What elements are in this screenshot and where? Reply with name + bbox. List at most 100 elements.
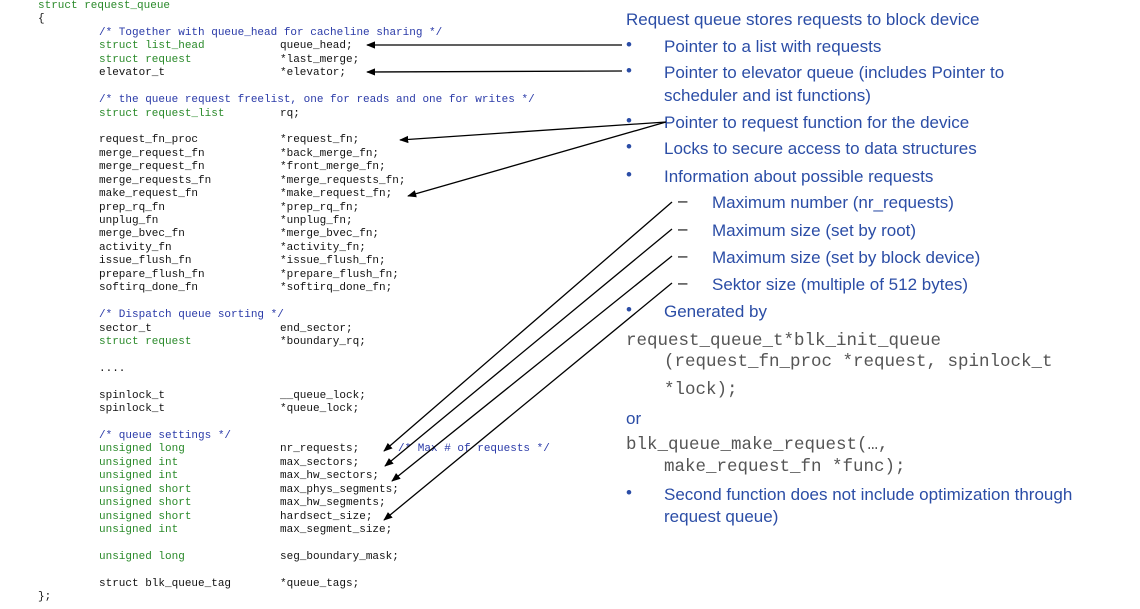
code-token: merge_request_fn <box>99 161 205 174</box>
code-token: sector_t <box>99 322 152 335</box>
code-token: { <box>38 13 45 26</box>
code-line: merge_bvec_fn *merge_bvec_fn; <box>38 228 618 241</box>
code-line: }; <box>38 591 618 604</box>
code-token: unsigned int <box>99 470 179 483</box>
code-token: *activity_fn; <box>280 241 366 254</box>
code-token: merge_request_fn <box>99 147 205 160</box>
code-token: /* the queue request freelist, one for r… <box>99 94 535 107</box>
bullet-marker: • <box>626 111 632 130</box>
code-token: *queue_tags; <box>280 577 360 590</box>
code-token: spinlock_t <box>99 403 166 416</box>
code-token: max_segment_size; <box>280 524 393 537</box>
code-line: unsigned int max_segment_size; <box>38 524 618 537</box>
code-line: unsigned long nr_requests; /* Max # of req… <box>38 443 618 456</box>
bullet-locks: Locks to secure access to data structure… <box>664 139 977 158</box>
code-line: struct request *boundary_rq; <box>38 336 618 349</box>
dash-marker: – <box>678 246 688 265</box>
code-token: .... <box>99 362 126 375</box>
sub-max-size-root: Maximum size (set by root) <box>712 221 917 240</box>
code-token: unsigned short <box>99 483 192 496</box>
code-token: softirq_done_fn <box>99 282 199 295</box>
sub-sektor-size: Sektor size (multiple of 512 bytes) <box>712 275 969 294</box>
code-line: activity_fn *activity_fn; <box>38 242 618 255</box>
code-line: /* Dispatch queue sorting */ <box>38 309 618 322</box>
code-token: struct request_list <box>99 107 225 120</box>
code-token: struct list_head <box>99 40 205 53</box>
code-token: struct request <box>99 335 192 348</box>
code-line: issue_flush_fn *issue_flush_fn; <box>38 255 618 268</box>
code-line: unplug_fn *unplug_fn; <box>38 215 618 228</box>
code-token: nr_requests; <box>280 443 360 456</box>
code-line: /* the queue request freelist, one for r… <box>38 94 618 107</box>
bullet-marker: • <box>626 483 632 502</box>
code-token: *queue_lock; <box>280 403 360 416</box>
code-token: merge_requests_fn <box>99 174 212 187</box>
code-token: *softirq_done_fn; <box>280 282 393 295</box>
code-line: spinlock_t __queue_lock; <box>38 390 618 403</box>
code-token: *merge_bvec_fn; <box>280 228 380 241</box>
code-line: elevator_t *elevator; <box>38 67 618 80</box>
or-label: or <box>626 409 642 428</box>
code-token: elevator_t <box>99 67 166 80</box>
code-token: *last_merge; <box>280 53 360 66</box>
code-token: *request_fn; <box>280 134 360 147</box>
code-line: merge_request_fn *back_merge_fn; <box>38 148 618 161</box>
code-token: prep_rq_fn <box>99 201 166 214</box>
code-line: merge_request_fn *front_merge_fn; <box>38 161 618 174</box>
code-line: struct list_head queue_head; <box>38 40 618 53</box>
bullet-list-pointer: Pointer to a list with requests <box>664 37 882 56</box>
code-line: prep_rq_fn *prep_rq_fn; <box>38 202 618 215</box>
code-token: struct request <box>99 53 192 66</box>
code-make-request-line2: make_request_fn *func); <box>664 457 906 477</box>
notes-heading: Request queue stores requests to block d… <box>626 10 980 29</box>
code-token: unplug_fn <box>99 215 159 227</box>
code-token: issue_flush_fn <box>99 255 192 268</box>
code-line: unsigned long seg_boundary_mask; <box>38 551 618 564</box>
code-line: struct request_queue <box>38 0 618 13</box>
code-comment: /* Max # of requests */ <box>398 443 550 456</box>
code-token: /* Dispatch queue sorting */ <box>99 309 284 322</box>
sub-max-size-device: Maximum size (set by block device) <box>712 248 981 267</box>
kernel-code-listing: struct request_queue{ /* Together with qu… <box>38 0 618 605</box>
code-init-queue-line1: request_queue_t*blk_init_queue <box>626 331 942 351</box>
code-token: hardsect_size; <box>280 510 373 523</box>
code-line: sector_t end_sector; <box>38 323 618 336</box>
bullet-marker: • <box>626 300 632 319</box>
code-token: struct request_queue <box>38 0 171 12</box>
code-line: prepare_flush_fn *prepare_flush_fn; <box>38 269 618 282</box>
code-line: unsigned short max_phys_segments; <box>38 484 618 497</box>
code-token: end_sector; <box>280 322 353 335</box>
sub-max-number: Maximum number (nr_requests) <box>712 193 954 212</box>
code-token: }; <box>38 591 52 604</box>
bullet-request-function: Pointer to request function for the devi… <box>664 113 970 132</box>
code-line: unsigned int max_hw_sectors; <box>38 470 618 483</box>
code-token: make_request_fn <box>99 188 199 201</box>
code-line: struct request *last_merge; <box>38 54 618 67</box>
code-token: *front_merge_fn; <box>280 161 386 174</box>
bullet-information: Information about possible requests <box>664 167 934 186</box>
code-token: unsigned int <box>99 524 179 537</box>
code-token: activity_fn <box>99 241 172 254</box>
code-token: unsigned long <box>99 550 185 563</box>
code-line: softirq_done_fn *softirq_done_fn; <box>38 282 618 295</box>
code-token: max_hw_segments; <box>280 497 386 510</box>
code-token: queue_head; <box>280 40 353 53</box>
code-token: seg_boundary_mask; <box>280 550 399 563</box>
code-token: *prep_rq_fn; <box>280 201 360 214</box>
code-token: unsigned short <box>99 510 192 523</box>
code-token: *make_request_fn; <box>280 188 393 201</box>
bullet-marker: • <box>626 165 632 184</box>
code-token: max_hw_sectors; <box>280 470 380 483</box>
code-line: /* Together with queue_head for cachelin… <box>38 27 618 40</box>
bullet-marker: • <box>626 35 632 54</box>
code-token: /* queue settings */ <box>99 430 232 442</box>
code-line: make_request_fn *make_request_fn; <box>38 188 618 201</box>
code-token: /* Together with queue_head for cachelin… <box>99 26 443 39</box>
code-token: rq; <box>280 107 300 120</box>
code-init-queue-line3: *lock); <box>664 380 738 400</box>
code-token: *merge_requests_fn; <box>280 174 406 187</box>
